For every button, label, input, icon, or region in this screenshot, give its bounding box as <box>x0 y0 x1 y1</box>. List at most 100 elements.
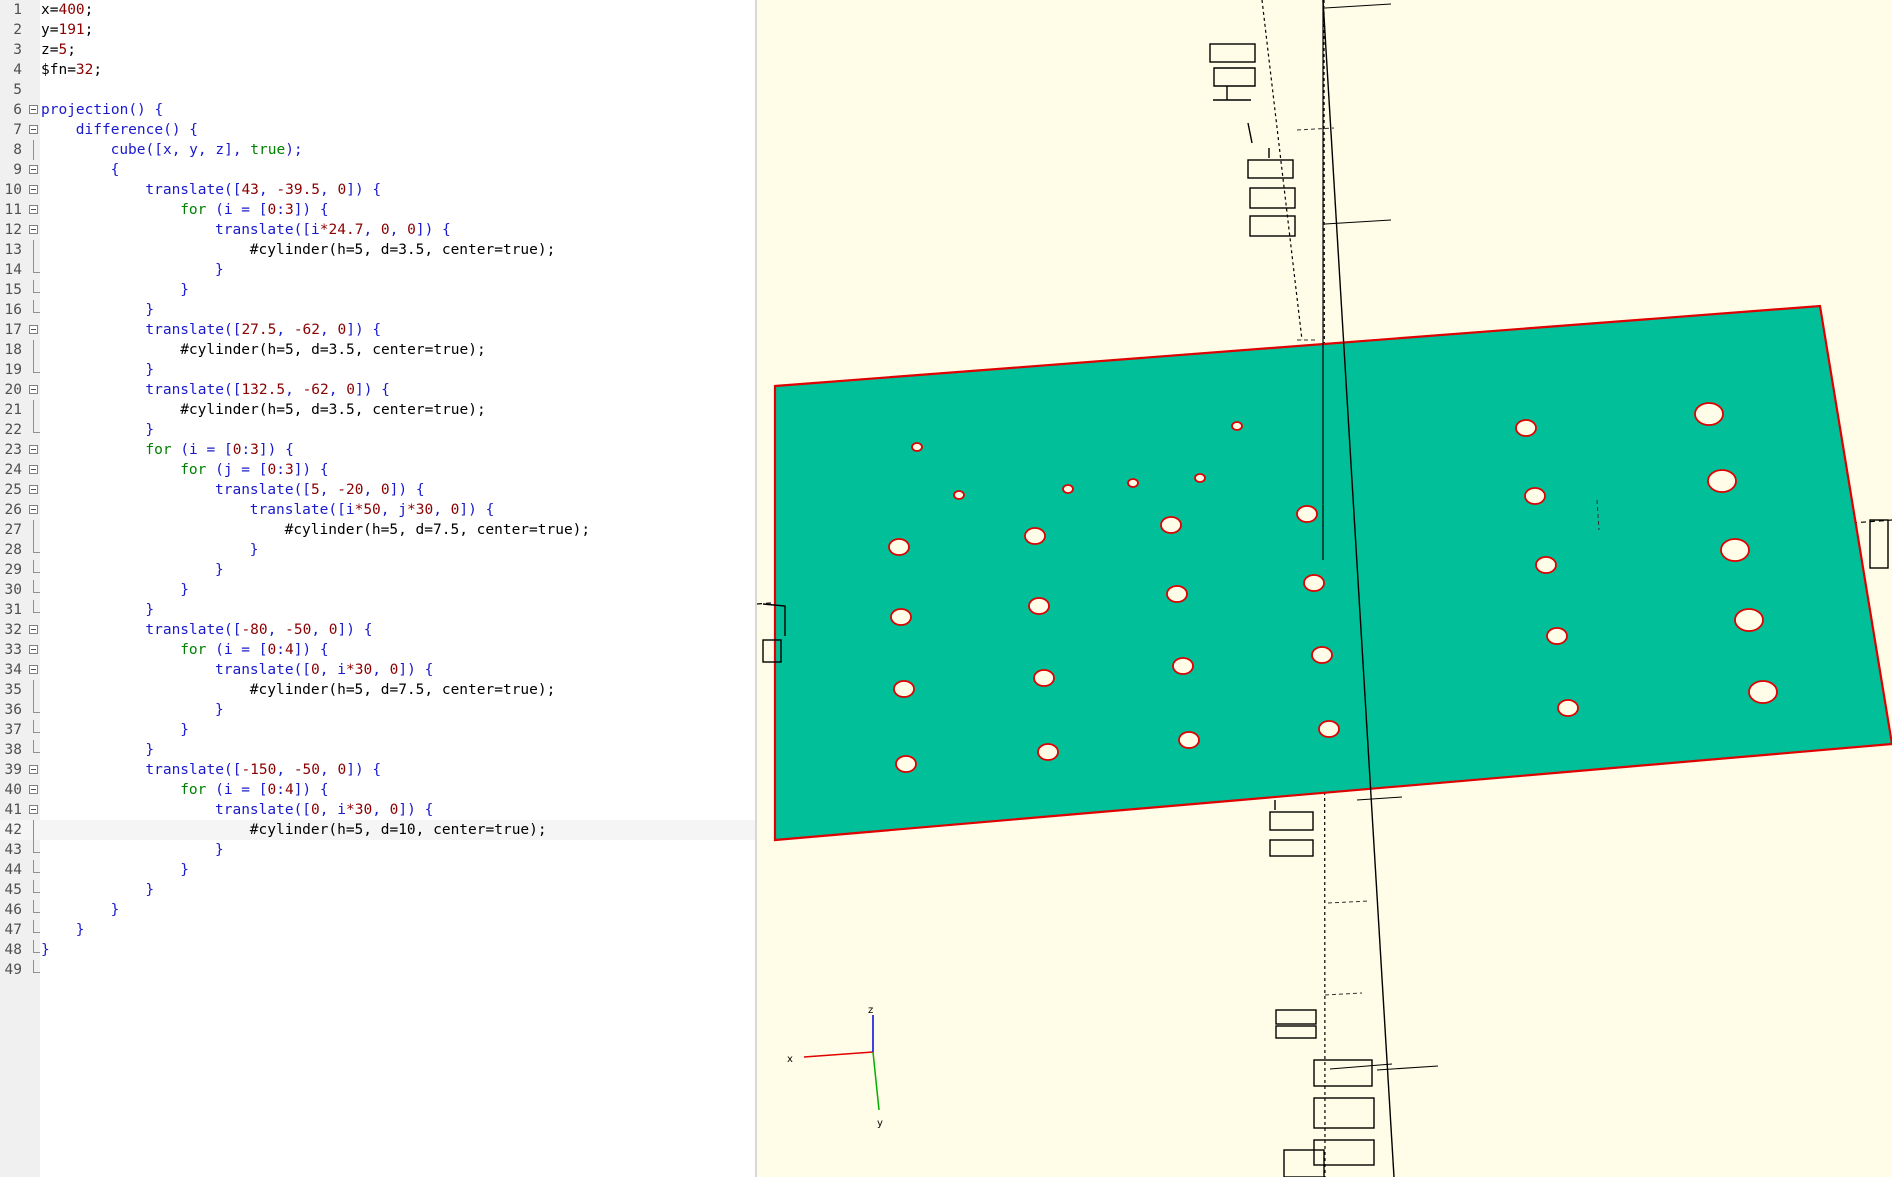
fold-toggle-icon[interactable] <box>29 125 38 134</box>
code-line[interactable]: 31} <box>0 600 755 620</box>
code-text[interactable]: #cylinder(h=5, d=7.5, center=true); <box>285 520 591 540</box>
code-text[interactable]: for (i = [0:4]) { <box>180 780 328 800</box>
code-line[interactable]: 28} <box>0 540 755 560</box>
code-line[interactable]: 32 translate([-80, -50, 0]) { <box>0 620 755 640</box>
code-line[interactable]: 23 for (i = [0:3]) { <box>0 440 755 460</box>
code-editor[interactable]: 1 x=400; 2 y=191; 3 z=5; 4 $fn=32; 5 6 projection(… <box>0 0 755 1177</box>
code-line[interactable]: 37} <box>0 720 755 740</box>
code-line[interactable]: 16} <box>0 300 755 320</box>
code-line[interactable]: 33 for (i = [0:4]) { <box>0 640 755 660</box>
fold-toggle-icon[interactable] <box>29 765 38 774</box>
code-text[interactable]: translate([0, i*30, 0]) { <box>215 800 433 820</box>
fold-toggle-icon[interactable] <box>29 165 38 174</box>
fold-toggle-icon[interactable] <box>29 105 38 114</box>
code-line[interactable]: 18 #cylinder(h=5, d=3.5, center=true); <box>0 340 755 360</box>
code-line[interactable]: 2 y=191; <box>0 20 755 40</box>
fold-toggle-icon[interactable] <box>29 325 38 334</box>
code-text[interactable]: } <box>215 260 224 280</box>
code-line[interactable]: 21 #cylinder(h=5, d=3.5, center=true); <box>0 400 755 420</box>
code-text[interactable]: for (i = [0:3]) { <box>180 200 328 220</box>
fold-toggle-icon[interactable] <box>29 505 38 514</box>
code-line[interactable]: 44} <box>0 860 755 880</box>
code-text[interactable]: projection() { <box>41 100 163 120</box>
fold-toggle-icon[interactable] <box>29 485 38 494</box>
code-line[interactable]: 14} <box>0 260 755 280</box>
code-line[interactable]: 5 <box>0 80 755 100</box>
code-line[interactable]: 15} <box>0 280 755 300</box>
fold-toggle-icon[interactable] <box>29 625 38 634</box>
code-line[interactable]: 6 projection() { <box>0 100 755 120</box>
code-text[interactable]: #cylinder(h=5, d=10, center=true); <box>250 820 547 840</box>
fold-toggle-icon[interactable] <box>29 805 38 814</box>
code-text[interactable]: translate([43, -39.5, 0]) { <box>145 180 381 200</box>
code-line[interactable]: 22} <box>0 420 755 440</box>
code-text[interactable]: } <box>180 580 189 600</box>
code-line[interactable]: 47} <box>0 920 755 940</box>
code-line[interactable]: 20 translate([132.5, -62, 0]) { <box>0 380 755 400</box>
code-line[interactable]: 10 translate([43, -39.5, 0]) { <box>0 180 755 200</box>
code-text[interactable]: } <box>215 840 224 860</box>
code-text[interactable]: translate([27.5, -62, 0]) { <box>145 320 381 340</box>
code-line[interactable]: 29} <box>0 560 755 580</box>
code-line[interactable]: 39 translate([-150, -50, 0]) { <box>0 760 755 780</box>
code-text[interactable]: } <box>180 860 189 880</box>
code-line[interactable]: 26 translate([i*50, j*30, 0]) { <box>0 500 755 520</box>
code-text[interactable]: #cylinder(h=5, d=3.5, center=true); <box>180 340 486 360</box>
code-text[interactable]: translate([i*24.7, 0, 0]) { <box>215 220 451 240</box>
code-text[interactable]: #cylinder(h=5, d=7.5, center=true); <box>250 680 556 700</box>
code-line[interactable]: 46} <box>0 900 755 920</box>
code-text[interactable]: #cylinder(h=5, d=3.5, center=true); <box>180 400 486 420</box>
code-text[interactable]: } <box>250 540 259 560</box>
3d-viewport[interactable]: x y z <box>757 0 1892 1177</box>
code-text[interactable]: translate([0, i*30, 0]) { <box>215 660 433 680</box>
code-text[interactable]: y=191; <box>41 20 93 40</box>
code-text[interactable]: translate([-150, -50, 0]) { <box>145 760 381 780</box>
code-text[interactable]: } <box>145 360 154 380</box>
code-line[interactable]: 35 #cylinder(h=5, d=7.5, center=true); <box>0 680 755 700</box>
code-text[interactable]: for (j = [0:3]) { <box>180 460 328 480</box>
code-line[interactable]: 42 #cylinder(h=5, d=10, center=true); <box>0 820 755 840</box>
code-line[interactable]: 43} <box>0 840 755 860</box>
code-text[interactable]: { <box>111 160 120 180</box>
code-text[interactable]: #cylinder(h=5, d=3.5, center=true); <box>250 240 556 260</box>
code-text[interactable]: $fn=32; <box>41 60 102 80</box>
code-line[interactable]: 30} <box>0 580 755 600</box>
render-canvas[interactable]: x y z <box>757 0 1892 1177</box>
code-line[interactable]: 40 for (i = [0:4]) { <box>0 780 755 800</box>
code-line[interactable]: 8 cube([x, y, z], true); <box>0 140 755 160</box>
code-text[interactable]: } <box>215 700 224 720</box>
code-text[interactable]: translate([5, -20, 0]) { <box>215 480 425 500</box>
code-text[interactable]: } <box>145 300 154 320</box>
code-line[interactable]: 25 translate([5, -20, 0]) { <box>0 480 755 500</box>
code-text[interactable]: } <box>145 600 154 620</box>
code-text[interactable]: } <box>76 920 85 940</box>
code-line[interactable]: 13 #cylinder(h=5, d=3.5, center=true); <box>0 240 755 260</box>
fold-toggle-icon[interactable] <box>29 225 38 234</box>
fold-toggle-icon[interactable] <box>29 645 38 654</box>
code-line[interactable]: 3 z=5; <box>0 40 755 60</box>
code-line[interactable]: 12 translate([i*24.7, 0, 0]) { <box>0 220 755 240</box>
fold-toggle-icon[interactable] <box>29 785 38 794</box>
code-text[interactable]: } <box>41 940 50 960</box>
code-line[interactable]: 4 $fn=32; <box>0 60 755 80</box>
fold-toggle-icon[interactable] <box>29 205 38 214</box>
code-text[interactable]: } <box>145 420 154 440</box>
code-text[interactable]: translate([132.5, -62, 0]) { <box>145 380 390 400</box>
code-text[interactable]: z=5; <box>41 40 76 60</box>
code-line[interactable]: 48} <box>0 940 755 960</box>
code-text[interactable]: cube([x, y, z], true); <box>111 140 303 160</box>
code-line[interactable]: 7 difference() { <box>0 120 755 140</box>
fold-toggle-icon[interactable] <box>29 445 38 454</box>
code-line[interactable]: 9{ <box>0 160 755 180</box>
code-line[interactable]: 34 translate([0, i*30, 0]) { <box>0 660 755 680</box>
code-text[interactable]: } <box>215 560 224 580</box>
fold-toggle-icon[interactable] <box>29 185 38 194</box>
code-text[interactable]: } <box>180 280 189 300</box>
code-text[interactable]: difference() { <box>76 120 198 140</box>
code-text[interactable]: translate([-80, -50, 0]) { <box>145 620 372 640</box>
code-line[interactable]: 41 translate([0, i*30, 0]) { <box>0 800 755 820</box>
code-line[interactable]: 17 translate([27.5, -62, 0]) { <box>0 320 755 340</box>
code-line[interactable]: 38} <box>0 740 755 760</box>
code-text[interactable]: for (i = [0:3]) { <box>145 440 293 460</box>
code-line[interactable]: 1 x=400; <box>0 0 755 20</box>
